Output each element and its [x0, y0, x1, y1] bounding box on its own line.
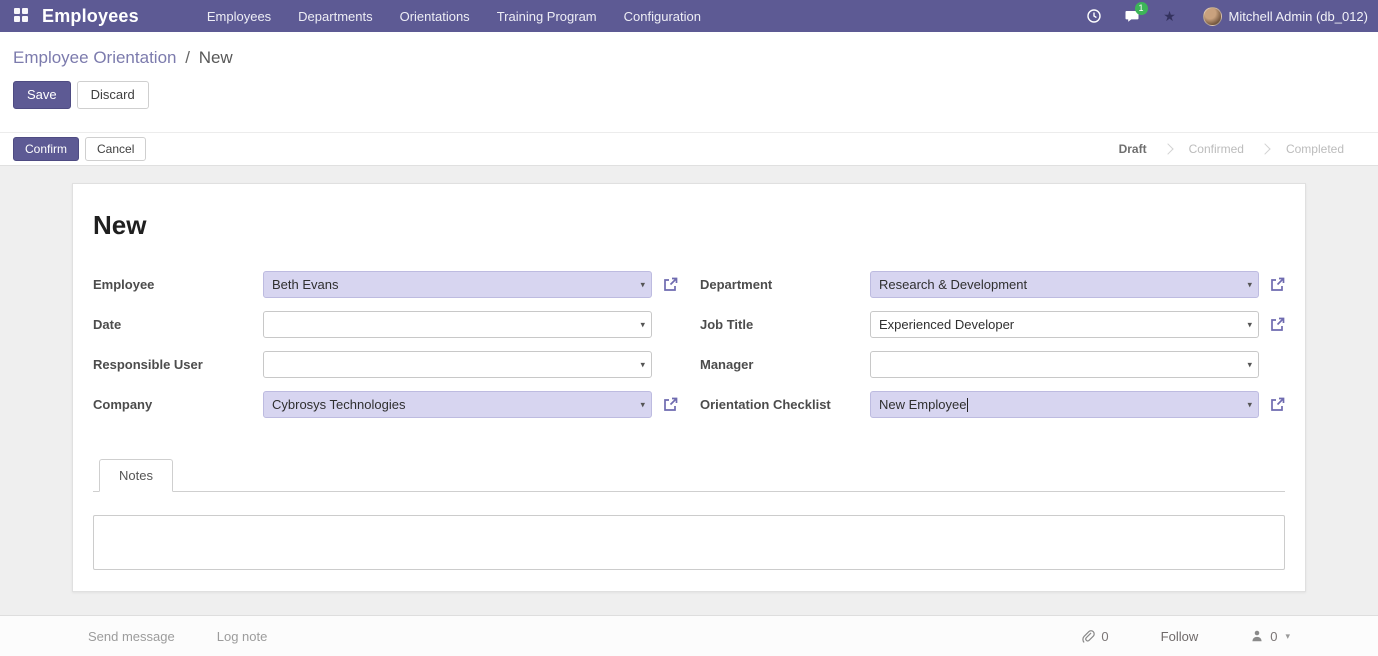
- status-pipeline: Draft Confirmed Completed: [1099, 142, 1364, 156]
- star-glyph: ★: [1163, 8, 1176, 24]
- top-navbar: Employees Employees Departments Orientat…: [0, 0, 1378, 32]
- log-note-button[interactable]: Log note: [217, 629, 268, 644]
- control-panel: Employee Orientation / New Save Discard: [0, 32, 1378, 132]
- menu-employees[interactable]: Employees: [207, 9, 271, 24]
- department-value: Research & Development: [879, 277, 1028, 292]
- dropdown-caret-icon[interactable]: ▾: [640, 359, 645, 370]
- field-row-department: Department Research & Development ▾: [700, 271, 1285, 298]
- orientation-checklist-label: Orientation Checklist: [700, 397, 831, 412]
- field-row-employee: Employee Beth Evans ▾: [93, 271, 678, 298]
- responsible-user-label: Responsible User: [93, 357, 203, 372]
- systray: 1 ★ Mitchell Admin (db_012): [1085, 2, 1368, 26]
- job-title-field[interactable]: Experienced Developer ▾: [870, 311, 1259, 338]
- breadcrumb-separator: /: [185, 48, 190, 67]
- field-row-orientation-checklist: Orientation Checklist New Employee ▾: [700, 391, 1285, 418]
- record-title: New: [93, 210, 147, 240]
- date-field[interactable]: ▾: [263, 311, 652, 338]
- form-right-column: Department Research & Development ▾ Job …: [700, 271, 1285, 431]
- state-completed[interactable]: Completed: [1266, 142, 1364, 156]
- text-cursor: [967, 397, 969, 412]
- notebook-tabs: Notes: [93, 459, 1285, 492]
- form-buttons: Save Discard: [13, 81, 1378, 109]
- company-value: Cybrosys Technologies: [272, 397, 406, 412]
- manager-field[interactable]: ▾: [870, 351, 1259, 378]
- menu-departments[interactable]: Departments: [298, 9, 372, 24]
- tab-notes[interactable]: Notes: [99, 459, 173, 492]
- field-row-date: Date ▾: [93, 311, 678, 338]
- menu-orientations[interactable]: Orientations: [400, 9, 470, 24]
- breadcrumb-current: New: [198, 48, 233, 67]
- employee-label: Employee: [93, 277, 155, 292]
- manager-label: Manager: [700, 357, 754, 372]
- dropdown-caret-icon[interactable]: ▾: [1247, 399, 1252, 410]
- follower-count: 0: [1270, 628, 1278, 644]
- job-title-value: Experienced Developer: [879, 317, 1015, 332]
- unread-badge: 1: [1134, 2, 1148, 15]
- menu-configuration[interactable]: Configuration: [624, 9, 701, 24]
- department-label: Department: [700, 277, 773, 292]
- responsible-user-field[interactable]: ▾: [263, 351, 652, 378]
- job-title-label: Job Title: [700, 317, 754, 332]
- send-message-button[interactable]: Send message: [88, 629, 175, 644]
- attachments-button[interactable]: 0: [1081, 628, 1109, 644]
- external-link-icon[interactable]: [652, 397, 678, 413]
- statusbar-buttons: Confirm Cancel: [13, 137, 147, 161]
- person-icon: [1252, 630, 1262, 642]
- attachment-count: 0: [1101, 628, 1109, 644]
- app-name[interactable]: Employees: [42, 6, 139, 27]
- dropdown-caret-icon[interactable]: ▾: [1247, 319, 1252, 330]
- external-link-icon[interactable]: [1259, 317, 1285, 333]
- field-row-company: Company Cybrosys Technologies ▾: [93, 391, 678, 418]
- save-button[interactable]: Save: [13, 81, 71, 109]
- top-menu: Employees Departments Orientations Train…: [207, 9, 701, 24]
- followers-caret-icon: ▾: [1285, 630, 1290, 641]
- employee-field[interactable]: Beth Evans ▾: [263, 271, 652, 298]
- dropdown-caret-icon[interactable]: ▾: [640, 399, 645, 410]
- form-sheet: New Employee Beth Evans ▾ Date ▾ Respons…: [72, 183, 1306, 592]
- activities-clock-icon[interactable]: [1085, 7, 1103, 25]
- dropdown-caret-icon[interactable]: ▾: [1247, 279, 1252, 290]
- content-area: New Employee Beth Evans ▾ Date ▾ Respons…: [0, 166, 1378, 615]
- breadcrumb: Employee Orientation / New: [13, 48, 1378, 68]
- external-link-icon[interactable]: [1259, 397, 1285, 413]
- cancel-button[interactable]: Cancel: [85, 137, 147, 161]
- menu-training-program[interactable]: Training Program: [497, 9, 597, 24]
- chatter-right: 0 Follow 0 ▾: [1081, 629, 1290, 644]
- orientation-checklist-value: New Employee: [879, 397, 967, 412]
- follow-button[interactable]: Follow: [1161, 629, 1199, 644]
- notes-input[interactable]: [93, 515, 1285, 570]
- state-confirmed[interactable]: Confirmed: [1169, 142, 1264, 156]
- apps-menu-icon[interactable]: [14, 8, 30, 24]
- date-label: Date: [93, 317, 122, 332]
- field-row-responsible-user: Responsible User ▾: [93, 351, 678, 378]
- department-field[interactable]: Research & Development ▾: [870, 271, 1259, 298]
- breadcrumb-parent-link[interactable]: Employee Orientation: [13, 48, 176, 67]
- form-grid: Employee Beth Evans ▾ Date ▾ Responsible…: [93, 271, 1285, 431]
- external-link-icon[interactable]: [1259, 277, 1285, 293]
- company-label: Company: [93, 397, 153, 412]
- dropdown-caret-icon[interactable]: ▾: [1247, 359, 1252, 370]
- user-name: Mitchell Admin (db_012): [1228, 8, 1368, 24]
- messages-icon[interactable]: 1: [1123, 2, 1148, 25]
- dropdown-caret-icon[interactable]: ▾: [640, 319, 645, 330]
- field-row-manager: Manager ▾: [700, 351, 1285, 378]
- followers-button[interactable]: 0 ▾: [1250, 629, 1290, 644]
- chatter-bar: Send message Log note 0 Follow 0 ▾: [0, 615, 1378, 656]
- state-draft[interactable]: Draft: [1099, 142, 1167, 156]
- form-left-column: Employee Beth Evans ▾ Date ▾ Responsible…: [93, 271, 678, 431]
- discard-button[interactable]: Discard: [76, 81, 149, 109]
- employee-value: Beth Evans: [272, 277, 339, 292]
- orientation-checklist-field[interactable]: New Employee ▾: [870, 391, 1259, 418]
- paperclip-icon: [1082, 630, 1096, 643]
- external-link-icon[interactable]: [652, 277, 678, 293]
- field-row-job-title: Job Title Experienced Developer ▾: [700, 311, 1285, 338]
- user-menu[interactable]: Mitchell Admin (db_012): [1202, 6, 1368, 26]
- company-field[interactable]: Cybrosys Technologies ▾: [263, 391, 652, 418]
- confirm-button[interactable]: Confirm: [13, 137, 80, 161]
- statusbar: Confirm Cancel Draft Confirmed Completed: [0, 132, 1378, 166]
- dropdown-caret-icon[interactable]: ▾: [640, 279, 645, 290]
- user-avatar: [1202, 6, 1222, 26]
- star-icon[interactable]: ★: [1161, 7, 1179, 25]
